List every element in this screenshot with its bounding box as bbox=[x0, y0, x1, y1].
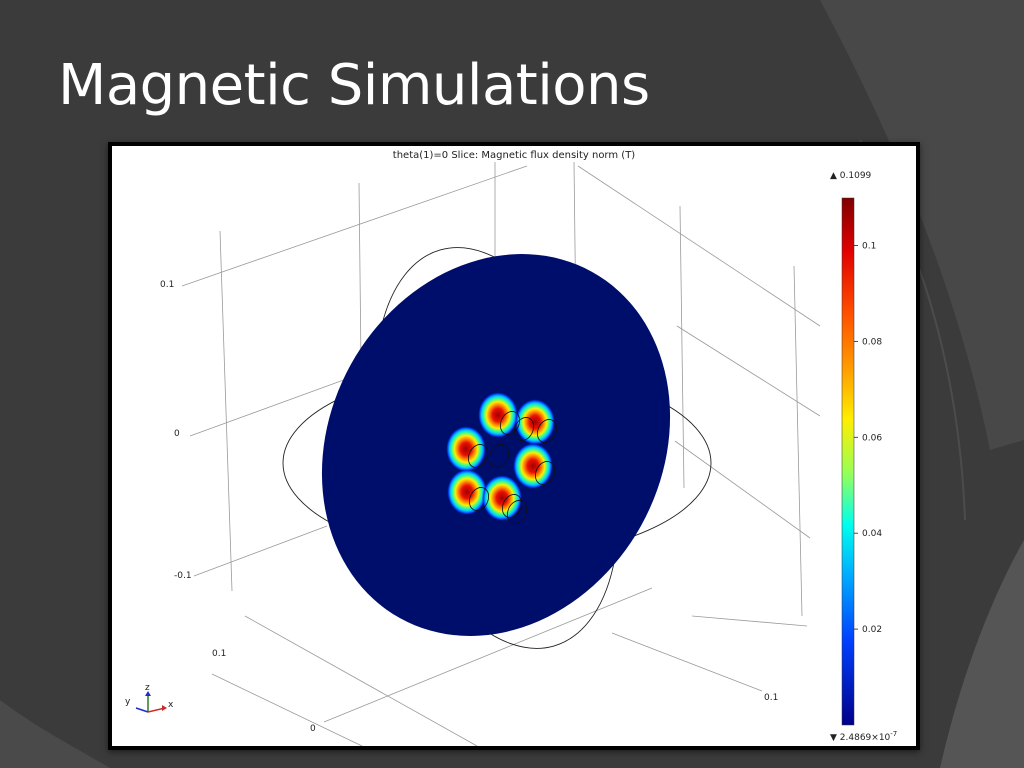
colorbar-min-label: ▼ 2.4869×10-7 bbox=[830, 730, 897, 743]
triad-z-label: z bbox=[145, 683, 150, 693]
colorbar-tick-label: 0.08 bbox=[862, 337, 882, 347]
y-tick-0: 0 bbox=[310, 724, 316, 734]
z-tick-top: 0.1 bbox=[160, 280, 174, 290]
colorbar-tick-label: 0.06 bbox=[862, 433, 882, 443]
triad-y-label: y bbox=[125, 697, 131, 707]
colorbar-ticks: 0.1 0.08 0.06 0.04 0.02 bbox=[854, 241, 882, 635]
figure-frame: 0.1 0 -0.1 0.1 0 0.1 z y x 0.1 0.08 0.06 0.… bbox=[108, 142, 920, 750]
flux-slice-disc bbox=[321, 254, 671, 636]
slide-title: Magnetic Simulations bbox=[58, 53, 650, 118]
colorbar bbox=[841, 197, 855, 726]
colorbar-tick-label: 0.04 bbox=[862, 529, 882, 539]
figure-canvas[interactable]: 0.1 0 -0.1 0.1 0 0.1 z y x 0.1 0.08 0.06 0.… bbox=[112, 146, 916, 746]
axis-triad-icon: z y x bbox=[125, 683, 174, 713]
x-tick-1: 0.1 bbox=[764, 693, 778, 703]
triad-x-label: x bbox=[168, 700, 174, 710]
colorbar-min-exponent: -7 bbox=[890, 730, 898, 738]
y-tick-1: 0.1 bbox=[212, 649, 226, 659]
colorbar-tick-label: 0.1 bbox=[862, 241, 876, 251]
z-tick-bottom: -0.1 bbox=[174, 571, 192, 581]
colorbar-max-label: ▲ 0.1099 bbox=[830, 171, 872, 181]
colorbar-tick-label: 0.02 bbox=[862, 625, 882, 635]
plot-title: theta(1)=0 Slice: Magnetic flux density … bbox=[392, 150, 636, 161]
plot-3d-view[interactable]: 0.1 0 -0.1 0.1 0 0.1 z y x 0.10.080.060.… bbox=[112, 146, 916, 746]
z-tick-mid: 0 bbox=[174, 429, 180, 439]
colorbar-min-mantissa: ▼ 2.4869×10 bbox=[830, 733, 891, 743]
